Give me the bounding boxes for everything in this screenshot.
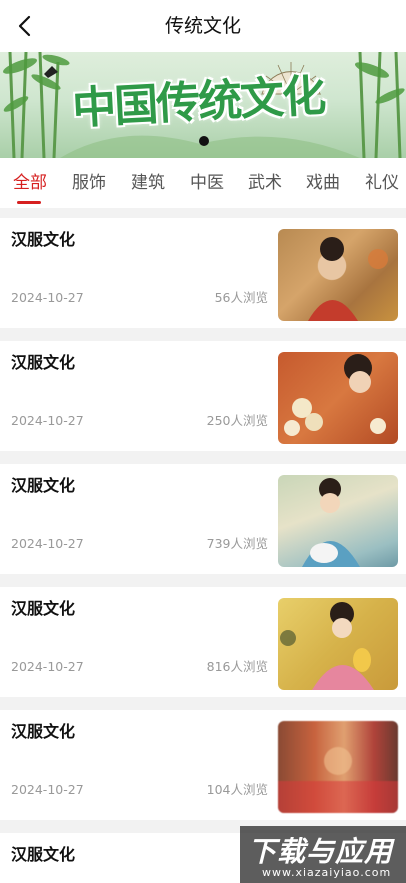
article-date: 2024-10-27 [11, 413, 84, 428]
banner-title: 中国传统文化 [71, 70, 326, 135]
active-tab-indicator [17, 201, 41, 204]
article-date: 2024-10-27 [11, 290, 84, 305]
article-card[interactable]: 汉服文化 2024-10-27 816人浏览 [0, 587, 406, 697]
article-title: 汉服文化 [11, 230, 76, 249]
article-thumbnail [278, 229, 398, 321]
carousel-indicator [199, 136, 209, 146]
article-title: 汉服文化 [11, 476, 76, 495]
tab-all[interactable]: 全部 [13, 172, 47, 194]
tab-medicine[interactable]: 中医 [190, 172, 224, 194]
watermark-logo: 下载与应用 www.xiazaiyiao.com [240, 826, 406, 883]
top-bar: 传统文化 [0, 0, 406, 52]
article-card[interactable]: 汉服文化 2024-10-27 250人浏览 [0, 341, 406, 451]
article-title: 汉服文化 [11, 599, 76, 618]
watermark-text: 下载与应用 [248, 835, 394, 868]
article-date: 2024-10-27 [11, 536, 84, 551]
tab-clothing[interactable]: 服饰 [72, 172, 106, 194]
article-views: 816人浏览 [206, 659, 268, 674]
tab-etiquette[interactable]: 礼仪 [365, 172, 399, 194]
article-thumbnail [278, 598, 398, 690]
article-views: 56人浏览 [214, 290, 268, 305]
article-thumbnail [278, 721, 398, 813]
page-title: 传统文化 [164, 15, 241, 37]
article-date: 2024-10-27 [11, 659, 84, 674]
article-card[interactable]: 汉服文化 2024-10-27 104人浏览 [0, 710, 406, 820]
article-views: 104人浏览 [206, 782, 268, 797]
article-card[interactable]: 汉服文化 2024-10-27 56人浏览 [0, 218, 406, 328]
article-thumbnail [278, 475, 398, 567]
article-title: 汉服文化 [11, 722, 76, 741]
tab-martial-arts[interactable]: 武术 [248, 172, 282, 194]
article-thumbnail [278, 352, 398, 444]
tab-opera[interactable]: 戏曲 [306, 172, 340, 194]
article-views: 739人浏览 [206, 536, 268, 551]
article-card[interactable]: 汉服文化 2024-10-27 739人浏览 [0, 464, 406, 574]
article-date: 2024-10-27 [11, 782, 84, 797]
watermark-url: www.xiazaiyiao.com [262, 866, 392, 879]
article-views: 250人浏览 [206, 413, 268, 428]
tab-architecture[interactable]: 建筑 [131, 172, 165, 194]
article-title: 汉服文化 [11, 353, 76, 372]
article-title: 汉服文化 [11, 845, 76, 864]
category-tabs: 全部 服饰 建筑 中医 武术 戏曲 礼仪 [0, 158, 406, 208]
